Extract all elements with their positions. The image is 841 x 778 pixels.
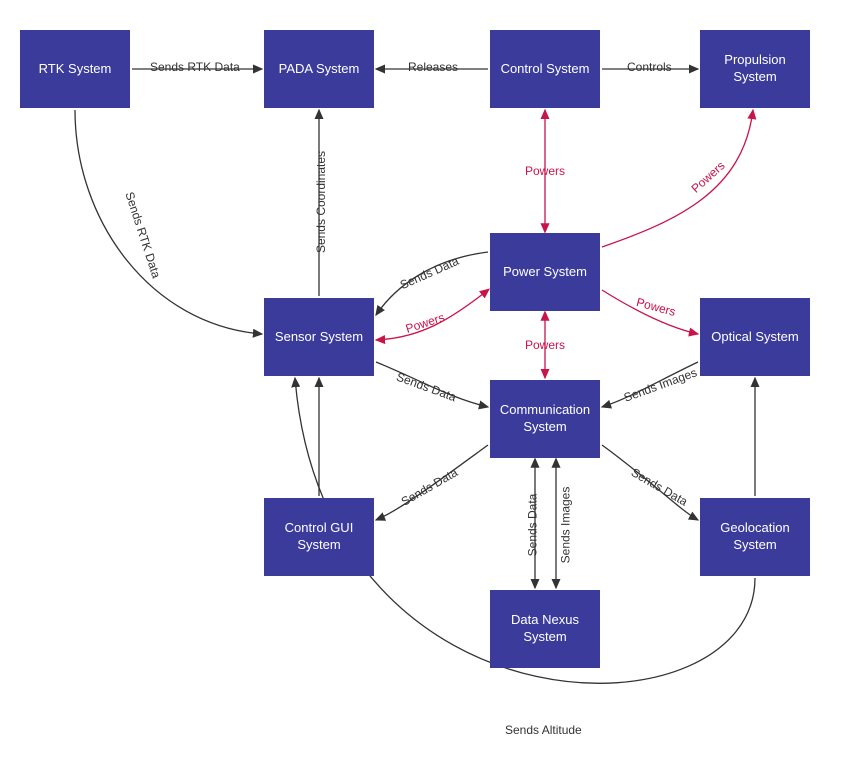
- node-power-system: Power System: [490, 233, 600, 311]
- node-propulsion-system: Propulsion System: [700, 30, 810, 108]
- node-rtk-system: RTK System: [20, 30, 130, 108]
- node-geolocation-system: Geolocation System: [700, 498, 810, 576]
- edge-label-comm-nexus-images: Sends Images: [558, 487, 572, 564]
- node-label: PADA System: [279, 61, 360, 78]
- edge-label-optical-comm: Sends Images: [622, 365, 699, 404]
- edge-label-sensor-pada: Sends Coordinates: [314, 151, 328, 253]
- node-label: RTK System: [39, 61, 112, 78]
- edge-label-power-control: Powers: [525, 164, 565, 178]
- edge-label-power-optical: Powers: [635, 295, 677, 319]
- node-label: Communication System: [494, 402, 596, 436]
- node-control-system: Control System: [490, 30, 600, 108]
- node-label: Power System: [503, 264, 587, 281]
- edge-label-comm-gui: Sends Data: [399, 465, 460, 508]
- edge-label-power-sensor-powers: Powers: [404, 310, 446, 336]
- edge-label-sensor-comm: Sends Data: [394, 370, 458, 405]
- node-data-nexus-system: Data Nexus System: [490, 590, 600, 668]
- edge-label-geo-sensor: Sends Altitude: [505, 723, 582, 737]
- node-control-gui-system: Control GUI System: [264, 498, 374, 576]
- edge-label-power-comm: Powers: [525, 338, 565, 352]
- edge-label-control-pada: Releases: [408, 60, 458, 74]
- node-label: Data Nexus System: [494, 612, 596, 646]
- node-label: Propulsion System: [704, 52, 806, 86]
- edge-label-comm-geo: Sends Data: [629, 465, 690, 508]
- edge-label-rtk-pada: Sends RTK Data: [150, 60, 240, 74]
- edge-label-control-prop: Controls: [627, 60, 672, 74]
- node-sensor-system: Sensor System: [264, 298, 374, 376]
- node-label: Control System: [501, 61, 590, 78]
- node-label: Geolocation System: [704, 520, 806, 554]
- edge-label-power-sensor-data: Sends Data: [398, 254, 461, 292]
- diagram-edges: [0, 0, 841, 778]
- node-optical-system: Optical System: [700, 298, 810, 376]
- edge-label-rtk-sensor: Sends RTK Data: [122, 190, 163, 280]
- node-label: Control GUI System: [268, 520, 370, 554]
- node-label: Optical System: [711, 329, 798, 346]
- edge-label-comm-nexus-data: Sends Data: [525, 494, 539, 557]
- edge-label-power-prop: Powers: [688, 158, 727, 195]
- node-communication-system: Communication System: [490, 380, 600, 458]
- node-pada-system: PADA System: [264, 30, 374, 108]
- node-label: Sensor System: [275, 329, 363, 346]
